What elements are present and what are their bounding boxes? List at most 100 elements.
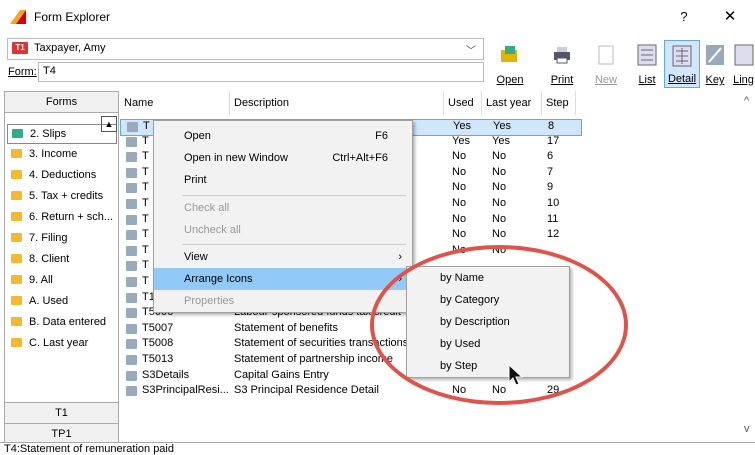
form-input-value: T4 xyxy=(43,65,56,77)
form-label: Form: xyxy=(8,66,37,78)
nav-item-filing[interactable]: 7. Filing xyxy=(7,229,115,247)
menu-item-label: View xyxy=(184,251,208,263)
tp1-tab-button[interactable]: TP1 xyxy=(5,423,118,444)
t1-badge-icon: T1 xyxy=(12,42,28,54)
menu-item-open-new-window[interactable]: Open in new Window Ctrl+Alt+F6 xyxy=(154,147,412,169)
cell-used: No xyxy=(452,150,467,163)
nav-item-label: 6. Return + sch... xyxy=(29,211,114,223)
menu-item-uncheck-all[interactable]: Uncheck all xyxy=(154,219,412,241)
form-input[interactable]: T4 xyxy=(38,62,484,82)
print-label: Print xyxy=(550,74,574,86)
submenu-arrow-icon: › xyxy=(398,251,402,263)
form-explorer-app-icon xyxy=(10,10,26,24)
key-view-icon xyxy=(706,45,724,65)
nav-item-tax-credits[interactable]: 5. Tax + credits xyxy=(7,187,115,205)
nav-item-client[interactable]: 8. Client xyxy=(7,250,115,268)
cell-used: No xyxy=(452,384,467,397)
key-view-button[interactable]: Key xyxy=(702,40,728,88)
menu-item-view[interactable]: View › xyxy=(154,246,412,268)
line-label: Ling xyxy=(733,74,754,86)
forms-nav-pane: Forms 2. Slips ▲ 3. Income 4. Deductions… xyxy=(4,91,119,444)
menu-item-label: Check all xyxy=(184,202,230,214)
folder-icon xyxy=(11,338,22,347)
menu-item-arrange-icons[interactable]: Arrange Icons › xyxy=(154,268,412,290)
line-view-button[interactable]: Ling xyxy=(732,40,755,88)
submenu-item-by-name[interactable]: by Name xyxy=(407,267,569,289)
print-button[interactable]: Print xyxy=(540,40,584,88)
column-header-step[interactable]: Step xyxy=(542,91,576,115)
menu-item-print[interactable]: Print xyxy=(154,169,412,191)
menu-item-check-all[interactable]: Check all xyxy=(154,197,412,219)
help-button[interactable]: ? xyxy=(672,7,696,27)
taxpayer-select[interactable]: T1 Taxpayer, Amy ﹀ xyxy=(7,38,484,60)
column-header-last-year[interactable]: Last year xyxy=(482,91,542,115)
open-button[interactable]: Open xyxy=(488,40,532,88)
cell-name: S3PrincipalResi... xyxy=(142,384,229,397)
scroll-up-button[interactable]: ▲ xyxy=(101,116,117,132)
cell-step: 17 xyxy=(547,134,560,147)
menu-separator xyxy=(182,244,406,245)
submenu-item-by-category[interactable]: by Category xyxy=(407,289,569,311)
nav-item-last-year[interactable]: C. Last year xyxy=(7,334,115,352)
t1-tab-button[interactable]: T1 xyxy=(5,402,118,423)
cell-name: T xyxy=(142,228,149,241)
menu-item-label: Uncheck all xyxy=(184,224,241,236)
nav-item-return[interactable]: 6. Return + sch... xyxy=(7,208,115,226)
cell-last-year: No xyxy=(492,384,507,397)
cell-last-year: No xyxy=(492,181,507,194)
detail-view-button[interactable]: Detail xyxy=(664,40,700,88)
submenu-item-by-step[interactable]: by Step xyxy=(407,355,569,377)
form-document-icon xyxy=(126,370,137,381)
nav-item-label: A. Used xyxy=(29,295,69,307)
submenu-arrow-icon: › xyxy=(398,273,402,285)
menu-item-label: Open xyxy=(184,130,211,142)
cell-last-year: No xyxy=(492,212,507,225)
chevron-down-icon[interactable]: ﹀ xyxy=(466,42,476,57)
cell-used: No xyxy=(452,181,467,194)
nav-item-income[interactable]: 3. Income xyxy=(7,145,115,163)
cell-last-year: Yes xyxy=(493,120,511,132)
cell-description: Statement of partnership income xyxy=(234,353,393,365)
mouse-cursor-icon xyxy=(508,364,524,386)
nav-item-all[interactable]: 9. All xyxy=(7,271,115,289)
cell-name: T xyxy=(142,197,149,209)
menu-item-properties[interactable]: Properties xyxy=(154,290,412,312)
cell-last-year: No xyxy=(492,165,507,178)
context-menu: Open F6 Open in new Window Ctrl+Alt+F6 Pri… xyxy=(153,120,413,313)
cell-name: T xyxy=(143,120,150,132)
line-view-icon xyxy=(734,44,753,66)
cell-name: T5013 xyxy=(142,353,174,365)
form-document-icon xyxy=(126,277,137,287)
form-document-icon xyxy=(126,136,137,147)
column-header-name[interactable]: Name xyxy=(120,91,230,115)
nav-item-deductions[interactable]: 4. Deductions xyxy=(7,166,115,184)
window-title: Form Explorer xyxy=(34,10,111,24)
arrange-icons-submenu: by Name by Category by Description by Us… xyxy=(406,266,570,378)
form-document-icon xyxy=(126,152,137,163)
nav-item-label: 4. Deductions xyxy=(29,169,97,181)
column-header-description[interactable]: Description xyxy=(230,91,444,115)
form-document-icon xyxy=(126,214,137,225)
list-view-button[interactable]: List xyxy=(632,40,662,88)
folder-icon xyxy=(11,149,22,158)
scroll-up-icon[interactable]: ^ xyxy=(744,95,749,107)
status-text: T4:Statement of remuneration paid xyxy=(4,443,174,455)
nav-item-data-entered[interactable]: B. Data entered xyxy=(7,313,115,331)
cell-name: T xyxy=(142,212,149,225)
menu-item-shortcut: Ctrl+Alt+F6 xyxy=(332,152,388,164)
menu-item-open[interactable]: Open F6 xyxy=(154,125,412,147)
new-button[interactable]: New xyxy=(588,40,624,88)
nav-item-used[interactable]: A. Used xyxy=(7,292,115,310)
forms-header[interactable]: Forms xyxy=(5,92,118,113)
cell-last-year: No xyxy=(492,150,507,163)
table-row[interactable]: S3PrincipalResi... S3 Principal Residence… xyxy=(120,384,580,399)
close-button[interactable]: ✕ xyxy=(718,7,742,27)
column-header-used[interactable]: Used xyxy=(444,91,482,115)
scroll-down-icon[interactable]: v xyxy=(744,423,750,435)
cell-name: T xyxy=(142,165,149,178)
submenu-item-by-description[interactable]: by Description xyxy=(407,311,569,333)
form-document-icon xyxy=(126,245,137,256)
submenu-item-by-used[interactable]: by Used xyxy=(407,333,569,355)
nav-item-label: 3. Income xyxy=(29,148,78,160)
cell-name: T5007 xyxy=(142,321,174,334)
